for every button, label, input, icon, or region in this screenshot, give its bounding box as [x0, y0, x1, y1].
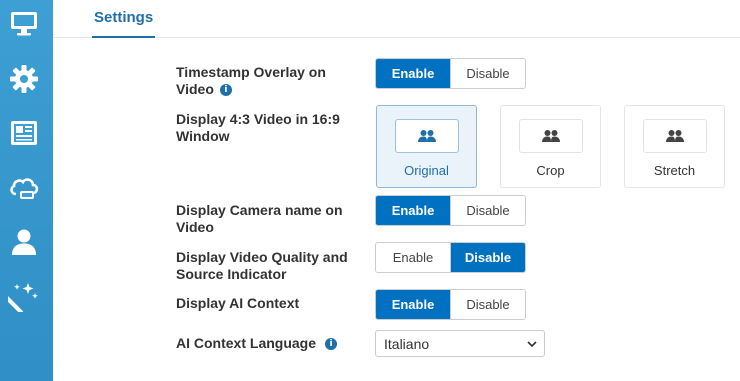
display-43-label: Display 4:3 Video in 16:9 Window	[176, 111, 340, 144]
gear-icon[interactable]	[8, 63, 40, 95]
users-icon	[666, 130, 684, 142]
aspect-option-label: Stretch	[653, 163, 696, 178]
ai-context-toggle: Enable Disable	[375, 289, 526, 320]
enable-button[interactable]: Enable	[376, 243, 450, 272]
users-icon	[418, 130, 436, 142]
user-icon[interactable]	[8, 226, 40, 258]
tab-settings[interactable]: Settings	[92, 9, 156, 38]
magic-wand-icon[interactable]	[8, 280, 40, 312]
thumbnail	[643, 119, 707, 153]
sidebar	[0, 0, 53, 381]
aspect-option-original[interactable]: Original	[376, 105, 477, 188]
thumbnail	[395, 119, 459, 153]
disable-button[interactable]: Disable	[450, 196, 525, 225]
news-panel-icon[interactable]	[8, 117, 40, 149]
cloud-sync-icon[interactable]	[8, 172, 40, 204]
enable-button[interactable]: Enable	[376, 59, 450, 88]
ai-language-text: AI Context Language	[176, 335, 317, 351]
camera-name-toggle: Enable Disable	[375, 195, 526, 226]
timestamp-overlay-toggle: Enable Disable	[375, 58, 526, 89]
tab-bar: Settings	[53, 0, 740, 38]
aspect-option-label: Crop	[536, 163, 565, 178]
monitor-icon[interactable]	[8, 7, 40, 39]
enable-button[interactable]: Enable	[376, 196, 450, 225]
timestamp-overlay-text: Timestamp Overlay on Video	[176, 64, 326, 97]
timestamp-overlay-label: Timestamp Overlay on Video i	[176, 64, 356, 98]
chevron-down-icon	[527, 341, 537, 348]
aspect-option-crop[interactable]: Crop	[500, 105, 601, 188]
video-quality-toggle: Enable Disable	[375, 242, 526, 273]
info-icon[interactable]: i	[219, 84, 232, 97]
ai-language-select[interactable]: Italiano	[375, 330, 545, 357]
disable-button[interactable]: Disable	[450, 290, 525, 319]
disable-button[interactable]: Disable	[450, 243, 525, 272]
video-quality-label: Display Video Quality and Source Indicat…	[176, 249, 348, 282]
users-icon	[542, 130, 560, 142]
ai-context-label: Display AI Context	[176, 295, 300, 311]
disable-button[interactable]: Disable	[450, 59, 525, 88]
aspect-option-stretch[interactable]: Stretch	[624, 105, 725, 188]
enable-button[interactable]: Enable	[376, 290, 450, 319]
thumbnail	[519, 119, 583, 153]
ai-language-value: Italiano	[384, 336, 430, 352]
info-icon[interactable]: i	[325, 338, 338, 351]
aspect-option-label: Original	[404, 163, 449, 178]
camera-name-label: Display Camera name on Video	[176, 202, 343, 235]
ai-language-label: AI Context Language i	[176, 335, 356, 352]
